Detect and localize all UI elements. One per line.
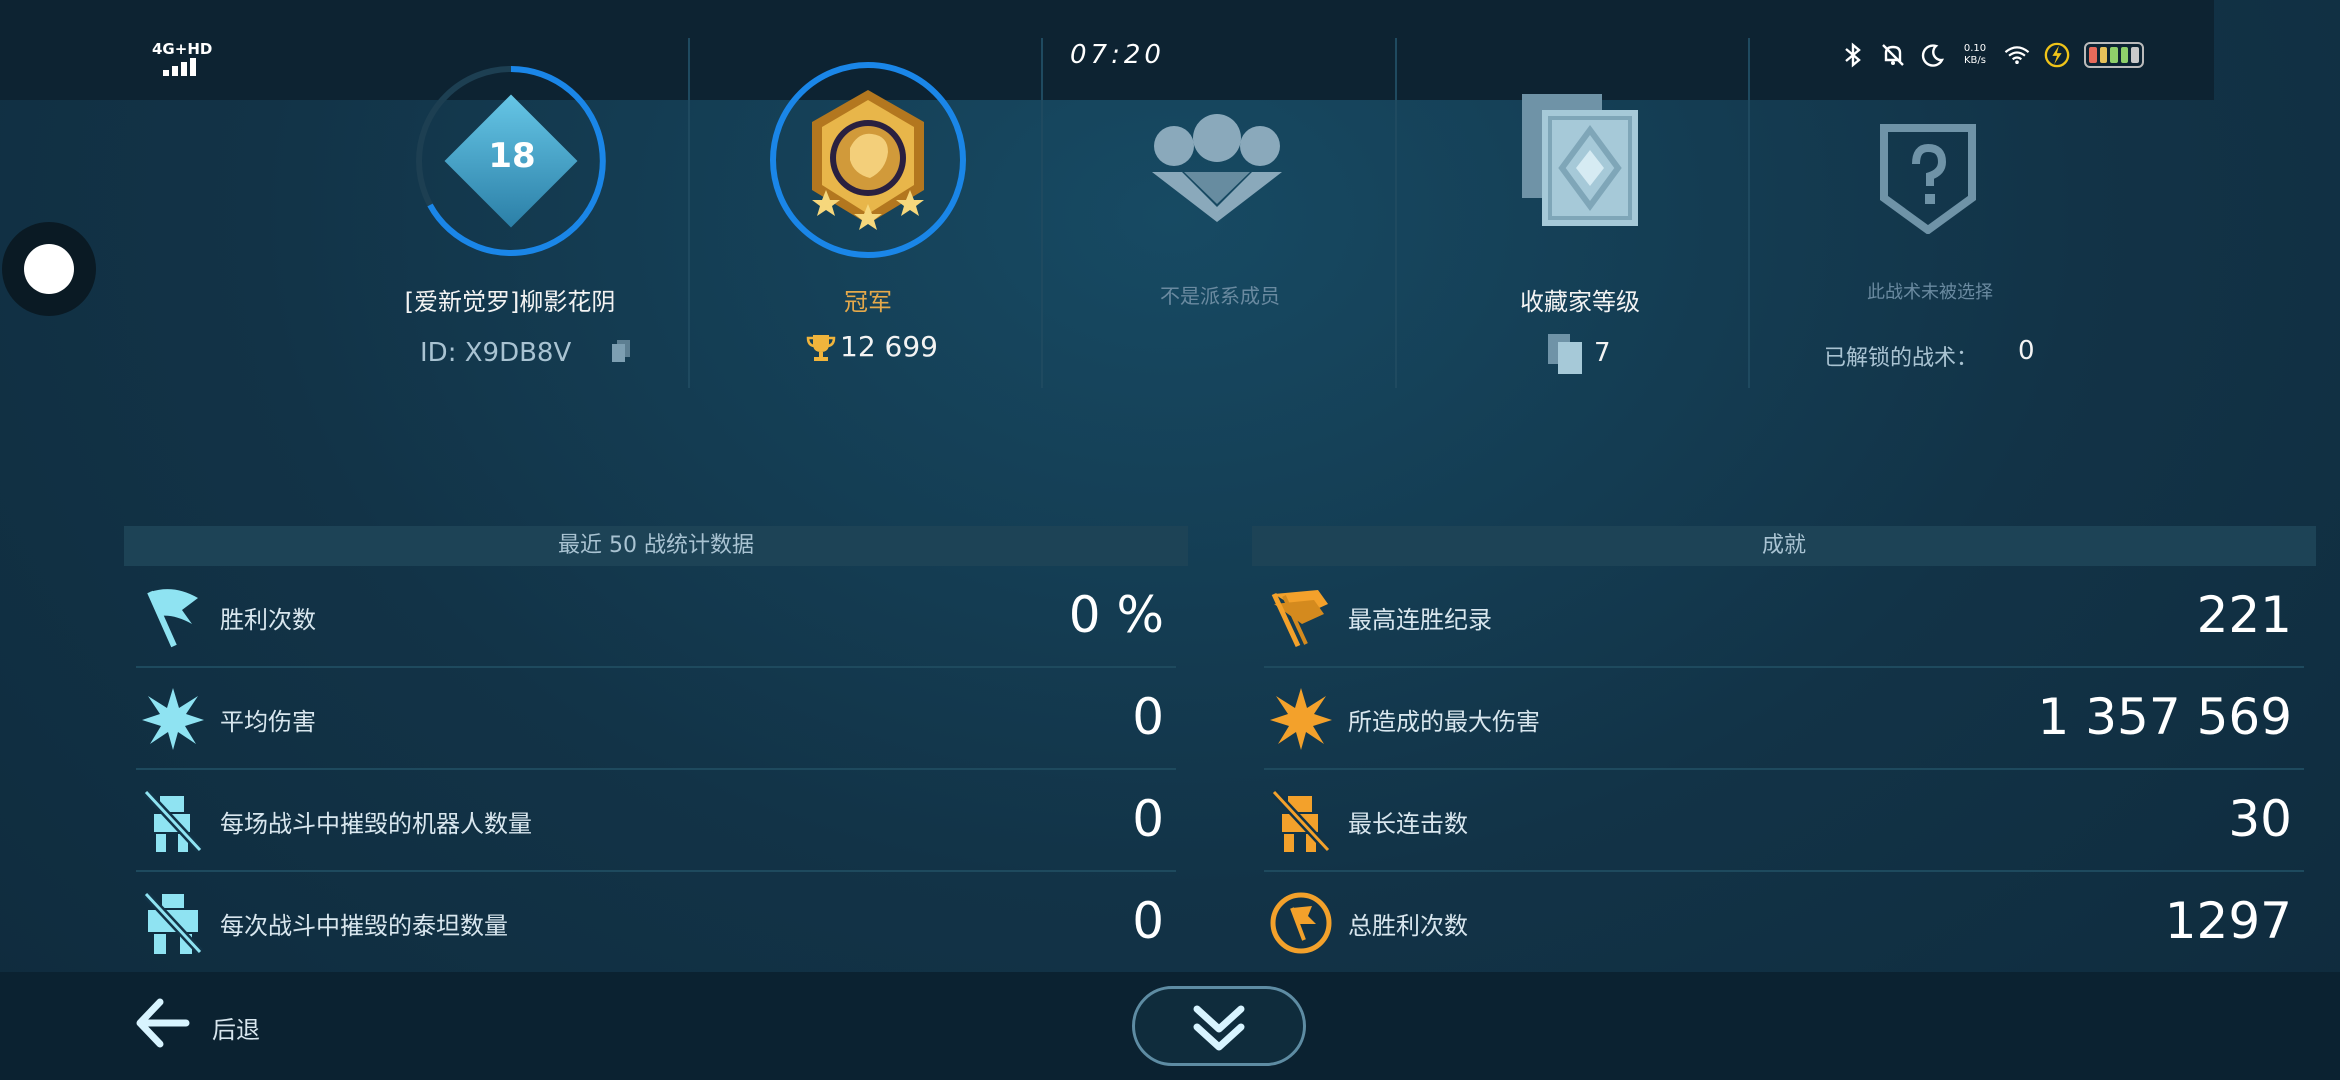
- moon-icon: [1920, 42, 1946, 68]
- player-level: 18: [488, 136, 536, 176]
- stat-value: 0 %: [1068, 586, 1164, 644]
- stat-label: 每次战斗中摧毁的泰坦数量: [220, 912, 508, 940]
- stat-label: 平均伤害: [220, 708, 316, 736]
- achievement-value: 1297: [2164, 892, 2292, 950]
- stat-value: 0: [1132, 892, 1164, 950]
- battery-icon: [2084, 42, 2144, 68]
- divider: [1041, 38, 1043, 388]
- squad-icon[interactable]: [1142, 112, 1292, 222]
- stat-row: 每场战斗中摧毁的机器人数量 0: [136, 770, 1176, 872]
- cards-icon: [1548, 334, 1582, 374]
- stat-row: 平均伤害 0: [136, 668, 1176, 770]
- mute-bell-icon: [1880, 42, 1906, 68]
- collection-count: 7: [1594, 338, 1611, 368]
- net-speed-value: 0.10: [1963, 43, 1987, 54]
- recent-stats-panel: 最近 50 战统计数据 胜利次数 0 % 平均伤害 0 每场战斗中摧毁的机器人数…: [124, 526, 1188, 974]
- floating-assistive-button[interactable]: [2, 222, 96, 316]
- stat-label: 每场战斗中摧毁的机器人数量: [220, 810, 532, 838]
- status-bar: 4G+HD 07:20 0.10 KB/s: [0, 0, 2214, 100]
- divider: [688, 38, 690, 388]
- rank-title: 冠军: [844, 288, 892, 316]
- achievement-label: 最长连击数: [1348, 810, 1468, 838]
- robot-destroyed-icon: [1271, 789, 1331, 853]
- network-type: 4G+HD: [152, 40, 213, 58]
- achievement-value: 221: [2196, 586, 2292, 644]
- charging-icon: [2044, 42, 2070, 68]
- achievement-label: 总胜利次数: [1348, 912, 1468, 940]
- player-name[interactable]: [爱新觉罗]柳影花阴: [360, 282, 660, 317]
- copy-icon[interactable]: [612, 340, 630, 362]
- signal-icon: [163, 58, 203, 76]
- achievements-panel: 成就 最高连胜纪录 221 所造成的最大伤害 1 357 569 最长连击数 3…: [1252, 526, 2316, 974]
- squad-status: 不是派系成员: [1160, 284, 1280, 308]
- status-icons: 0.10 KB/s: [1840, 38, 2144, 72]
- titan-destroyed-icon: [143, 891, 203, 955]
- robot-destroyed-icon: [143, 789, 203, 853]
- unknown-tech-shield-icon[interactable]: [1880, 124, 1976, 234]
- trophy-icon: [806, 335, 836, 361]
- wifi-icon: [2004, 42, 2030, 68]
- player-id: ID: X9DB8V: [420, 338, 572, 368]
- stat-value: 0: [1132, 688, 1164, 746]
- bluetooth-icon: [1840, 42, 1866, 68]
- recent-stats-title: 最近 50 战统计数据: [124, 526, 1188, 566]
- flag-circle-icon: [1270, 892, 1332, 954]
- clock: 07:20: [1070, 40, 1165, 70]
- expand-button[interactable]: [1132, 986, 1306, 1066]
- stat-row: 每次战斗中摧毁的泰坦数量 0: [136, 872, 1176, 974]
- trophy-count: 12 699: [840, 330, 938, 363]
- back-arrow-icon[interactable]: [134, 998, 190, 1048]
- achievement-label: 最高连胜纪录: [1348, 606, 1492, 634]
- flag-icon: [147, 589, 198, 648]
- achievement-row: 总胜利次数 1297: [1264, 872, 2304, 974]
- champion-lion-badge-icon[interactable]: [800, 86, 936, 232]
- explosion-icon: [1270, 688, 1332, 750]
- achievement-row: 所造成的最大伤害 1 357 569: [1264, 668, 2304, 770]
- unlocked-tech-label: 已解锁的战术：: [1824, 346, 1979, 371]
- collector-level-title: 收藏家等级: [1520, 288, 1640, 316]
- achievement-row: 最高连胜纪录 221: [1264, 566, 2304, 668]
- achievement-value: 30: [2228, 790, 2292, 848]
- achievement-row: 最长连击数 30: [1264, 770, 2304, 872]
- divider: [1748, 38, 1750, 388]
- tech-status: 此战术未被选择: [1867, 282, 1993, 303]
- stat-row: 胜利次数 0 %: [136, 566, 1176, 668]
- stat-value: 0: [1132, 790, 1164, 848]
- divider: [1395, 38, 1397, 388]
- collection-cards-icon[interactable]: [1518, 90, 1642, 230]
- explosion-icon: [142, 688, 204, 750]
- flags-icon: [1271, 590, 1328, 648]
- net-speed-unit: KB/s: [1964, 55, 1986, 66]
- double-chevron-down-icon: [1193, 1005, 1245, 1051]
- achievement-value: 1 357 569: [2037, 688, 2292, 746]
- stat-label: 胜利次数: [220, 606, 316, 634]
- achievement-label: 所造成的最大伤害: [1348, 708, 1540, 736]
- net-speed: 0.10 KB/s: [1960, 43, 1990, 67]
- back-button[interactable]: 后退: [212, 1010, 260, 1045]
- unlocked-tech-count: 0: [2018, 336, 2035, 366]
- achievements-title: 成就: [1252, 526, 2316, 566]
